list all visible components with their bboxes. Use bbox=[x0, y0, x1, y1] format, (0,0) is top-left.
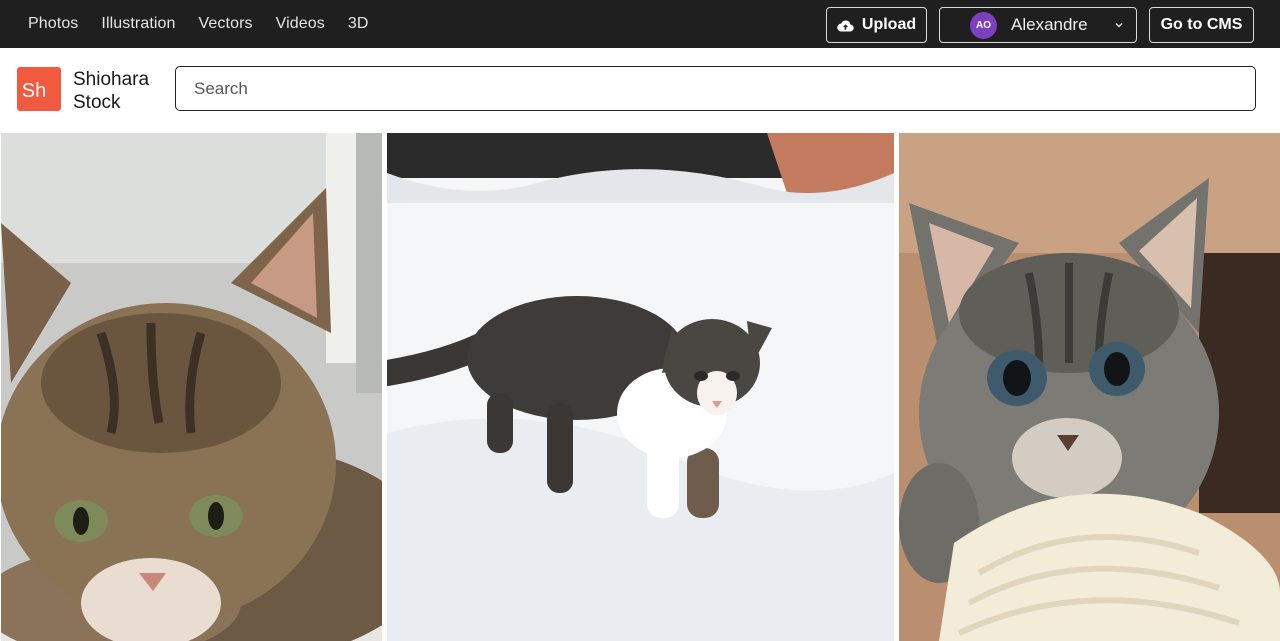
search-input[interactable] bbox=[176, 67, 1255, 110]
brand-name[interactable]: Shiohara Stock bbox=[73, 68, 165, 114]
nav-item-photos[interactable]: Photos bbox=[28, 15, 78, 33]
user-menu-button[interactable]: AO Alexandre bbox=[939, 7, 1137, 43]
site-header: Sh Shiohara Stock bbox=[0, 48, 1280, 132]
upload-button[interactable]: Upload bbox=[826, 7, 927, 43]
kitten-photo-2 bbox=[387, 133, 894, 641]
account-actions: Upload AO Alexandre Go to CMS bbox=[826, 7, 1254, 43]
kitten-photo-1 bbox=[1, 133, 382, 641]
photo-tile-grey-kitten[interactable] bbox=[899, 133, 1280, 641]
nav-item-3d[interactable]: 3D bbox=[348, 15, 369, 33]
avatar: AO bbox=[970, 11, 997, 39]
photo-tile-tabby-kitten[interactable] bbox=[1, 133, 382, 641]
brand-logo[interactable]: Sh bbox=[17, 67, 61, 111]
brand-name-line2: Stock bbox=[73, 92, 121, 113]
nav-item-videos[interactable]: Videos bbox=[276, 15, 325, 33]
search-box bbox=[175, 66, 1256, 111]
go-to-cms-button[interactable]: Go to CMS bbox=[1149, 7, 1254, 43]
kitten-photo-3 bbox=[899, 133, 1280, 641]
photo-tile-snow-kitten[interactable] bbox=[387, 133, 894, 641]
category-nav: Photos Illustration Vectors Videos 3D bbox=[28, 0, 392, 48]
cloud-upload-icon bbox=[837, 20, 854, 32]
brand-name-line1: Shiohara bbox=[73, 69, 150, 90]
nav-item-vectors[interactable]: Vectors bbox=[199, 15, 253, 33]
photo-gallery bbox=[0, 132, 1280, 641]
user-name: Alexandre bbox=[1011, 15, 1088, 34]
brand-logo-mark: Sh bbox=[21, 80, 47, 102]
chevron-down-icon bbox=[1115, 23, 1123, 28]
nav-item-illustration[interactable]: Illustration bbox=[101, 15, 175, 33]
go-to-cms-label: Go to CMS bbox=[1160, 16, 1243, 33]
upload-button-label: Upload bbox=[861, 16, 917, 33]
top-bar: Photos Illustration Vectors Videos 3D Up… bbox=[0, 0, 1280, 48]
